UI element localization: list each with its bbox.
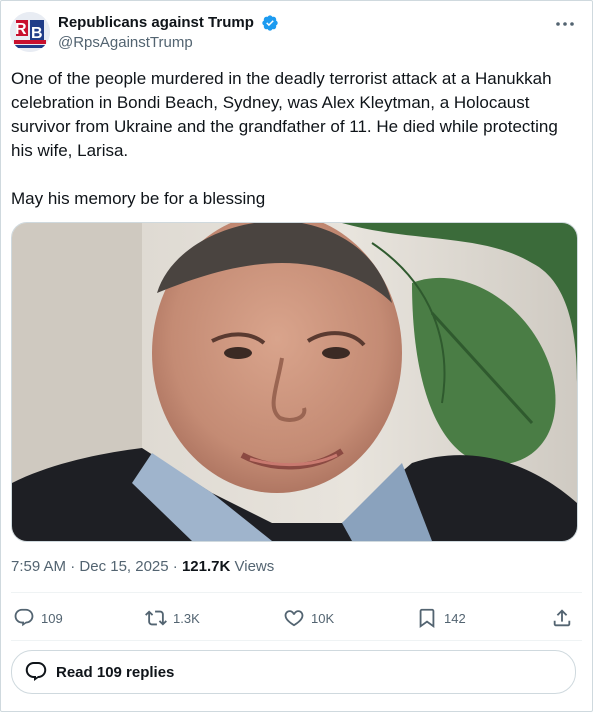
svg-text:B: B: [31, 25, 43, 42]
bookmark-button[interactable]: 142: [416, 603, 466, 633]
author-handle[interactable]: @RpsAgainstTrump: [58, 33, 279, 53]
avatar-logo-icon: R B: [10, 12, 50, 52]
action-bar: 109 1.3K 10K 142: [11, 603, 582, 633]
like-button[interactable]: 10K: [283, 603, 334, 633]
heart-icon: [284, 610, 304, 627]
read-replies-button[interactable]: Read 109 replies: [11, 650, 576, 694]
like-count: 10K: [311, 610, 335, 626]
reply-icon: [14, 608, 34, 627]
tweet-meta: 7:59 AM · Dec 15, 2025 · 121.7K Views: [11, 557, 274, 577]
bookmark-icon: [419, 608, 435, 629]
avatar[interactable]: R B: [10, 12, 50, 52]
read-replies-label: Read 109 replies: [56, 663, 175, 681]
views-count: 121.7K: [181, 558, 231, 575]
portrait-photo: [12, 223, 577, 541]
repost-icon: [145, 610, 167, 626]
author-names: Republicans against Trump @RpsAgainstTru…: [58, 13, 279, 53]
speech-bubble-icon: [25, 662, 47, 681]
meta-separator: ·: [172, 558, 178, 575]
views-label: Views: [234, 558, 275, 575]
tweet-text: One of the people murdered in the deadly…: [11, 69, 558, 208]
tweet-date[interactable]: Dec 15, 2025: [79, 558, 168, 575]
bookmark-count: 142: [444, 610, 466, 626]
repost-button[interactable]: 1.3K: [145, 603, 200, 633]
reply-count: 109: [41, 610, 63, 626]
divider: [11, 592, 582, 593]
meta-separator: ·: [70, 558, 76, 575]
more-options-icon[interactable]: [553, 14, 577, 34]
divider: [11, 640, 582, 641]
reply-button[interactable]: 109: [13, 603, 63, 633]
share-button[interactable]: [551, 603, 579, 633]
tweet-time[interactable]: 7:59 AM: [11, 558, 66, 575]
author-display-name[interactable]: Republicans against Trump: [58, 13, 254, 33]
repost-count: 1.3K: [173, 610, 200, 626]
tweet-header: R B Republicans against Trump @RpsAgains…: [10, 12, 583, 52]
share-icon: [553, 609, 571, 627]
verified-badge-icon: [262, 15, 279, 31]
svg-text:R: R: [15, 21, 27, 38]
tweet-photo[interactable]: [11, 222, 578, 542]
